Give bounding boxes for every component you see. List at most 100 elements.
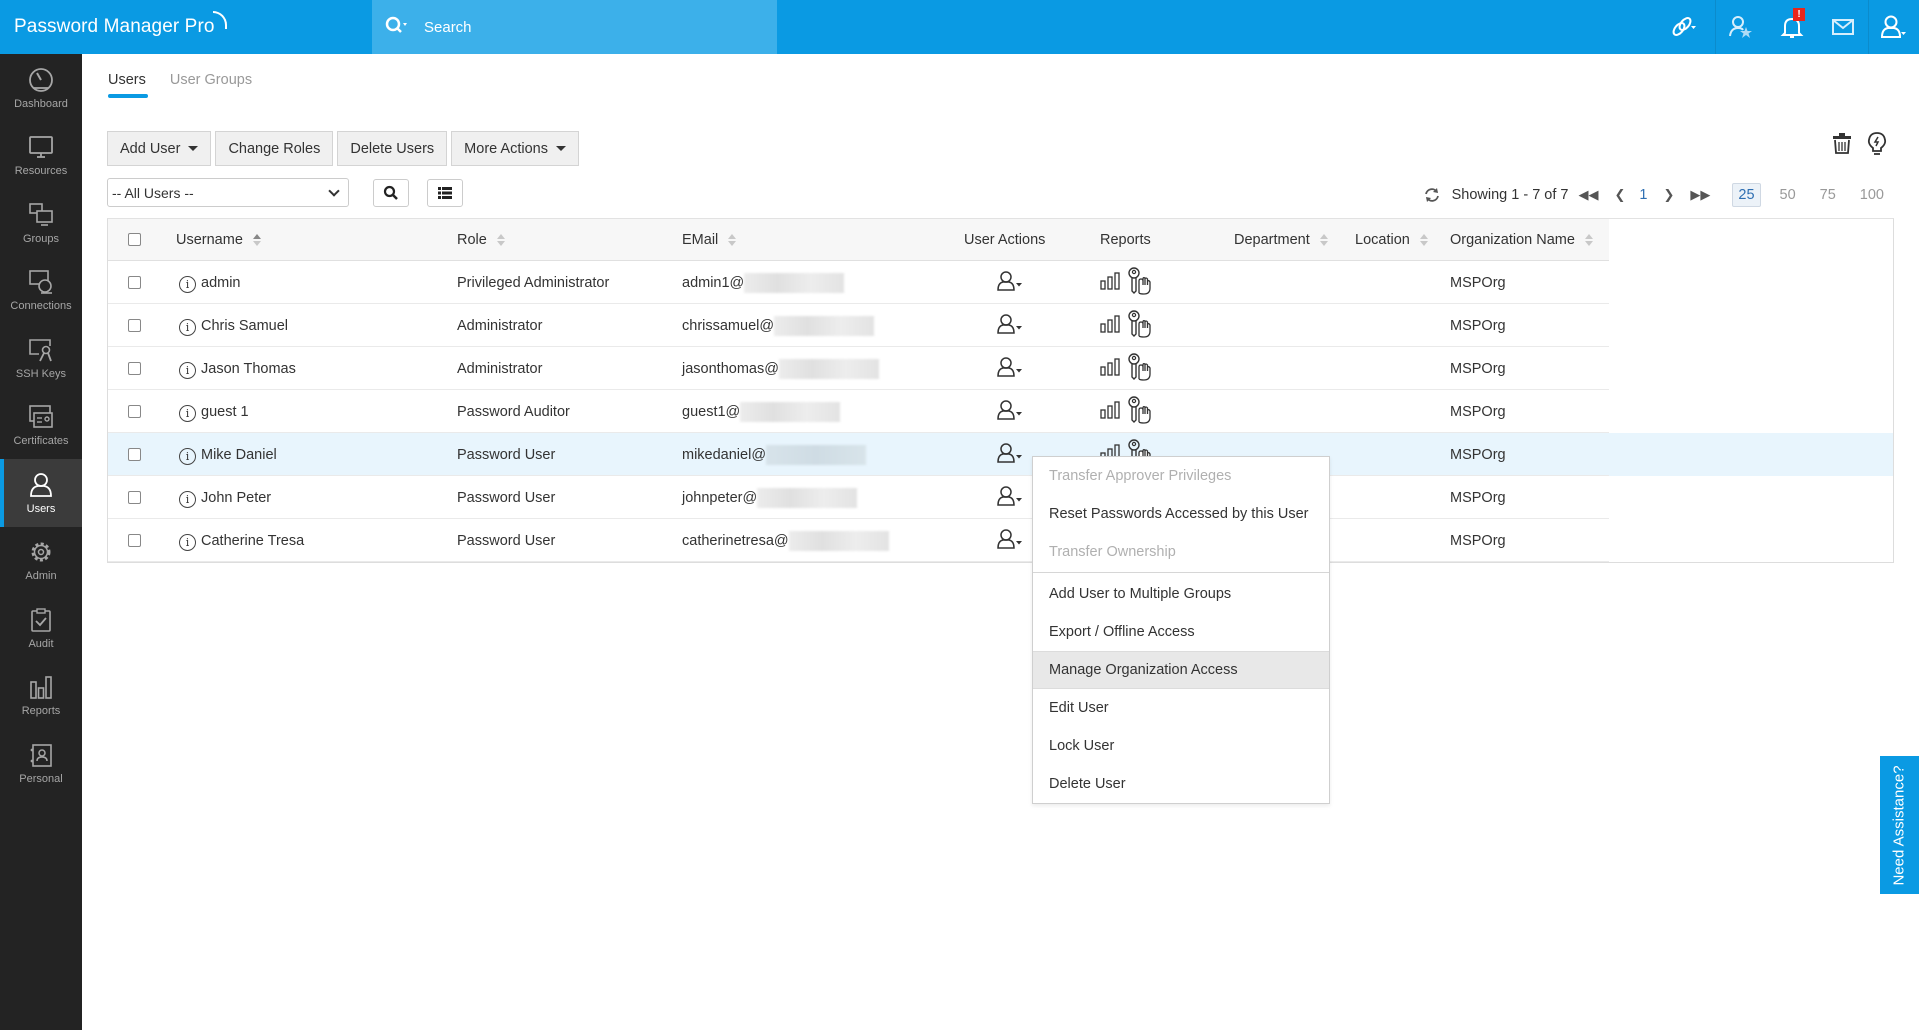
user-actions-dropdown-icon[interactable] bbox=[996, 313, 1024, 339]
password-access-report-icon[interactable] bbox=[1126, 309, 1154, 342]
menu-item-lock-user[interactable]: Lock User bbox=[1033, 727, 1329, 765]
column-header-organization[interactable]: Organization Name bbox=[1450, 219, 1593, 260]
row-checkbox[interactable] bbox=[128, 362, 141, 375]
sidebar-item-personal[interactable]: Personal bbox=[0, 729, 82, 797]
column-header-email[interactable]: EMail bbox=[682, 219, 737, 260]
need-assistance-button[interactable]: Need Assistance? bbox=[1880, 756, 1919, 894]
messages-button[interactable] bbox=[1817, 0, 1868, 54]
user-actions-dropdown-icon[interactable] bbox=[996, 399, 1024, 425]
notifications-button[interactable]: ! bbox=[1766, 0, 1817, 54]
refresh-icon[interactable] bbox=[1424, 187, 1440, 203]
cell-username[interactable]: admin bbox=[201, 275, 241, 291]
lightbulb-icon[interactable] bbox=[1867, 132, 1887, 156]
sidebar-item-resources[interactable]: Resources bbox=[0, 122, 82, 190]
sidebar-item-ssh-keys[interactable]: SSH Keys bbox=[0, 324, 82, 392]
menu-item-reset-passwords-accessed-by-this-user[interactable]: Reset Passwords Accessed by this User bbox=[1033, 495, 1329, 533]
menu-item-add-user-to-multiple-groups[interactable]: Add User to Multiple Groups bbox=[1033, 575, 1329, 613]
sidebar-item-admin[interactable]: Admin bbox=[0, 527, 82, 595]
info-icon[interactable]: i bbox=[179, 361, 196, 379]
more-actions-button[interactable]: More Actions bbox=[451, 131, 579, 166]
row-checkbox[interactable] bbox=[128, 534, 141, 547]
search-input[interactable] bbox=[424, 13, 754, 41]
menu-item-export-offline-access[interactable]: Export / Offline Access bbox=[1033, 613, 1329, 651]
column-header-username[interactable]: Username bbox=[176, 219, 261, 260]
next-page-button[interactable]: ❯ bbox=[1663, 187, 1674, 203]
user-report-icon[interactable] bbox=[1100, 400, 1120, 423]
user-actions-dropdown-icon[interactable] bbox=[996, 270, 1024, 296]
user-filter-select[interactable]: -- All Users -- bbox=[107, 178, 349, 207]
menu-item-delete-user[interactable]: Delete User bbox=[1033, 765, 1329, 803]
table-row[interactable]: i Mike Daniel Password User mikedaniel@ M… bbox=[108, 433, 1893, 476]
row-checkbox[interactable] bbox=[128, 405, 141, 418]
prev-page-button[interactable]: ❮ bbox=[1614, 187, 1625, 203]
info-icon[interactable]: i bbox=[179, 318, 196, 336]
table-row[interactable]: i Jason Thomas Administrator jasonthomas@… bbox=[108, 347, 1893, 390]
column-header-department[interactable]: Department bbox=[1234, 219, 1328, 260]
menu-item-edit-user[interactable]: Edit User bbox=[1033, 689, 1329, 727]
info-icon[interactable]: i bbox=[179, 404, 196, 422]
column-header-location[interactable]: Location bbox=[1355, 219, 1428, 260]
notification-badge: ! bbox=[1793, 8, 1805, 21]
cell-username[interactable]: Mike Daniel bbox=[201, 447, 277, 463]
menu-item-manage-organization-access[interactable]: Manage Organization Access bbox=[1033, 651, 1329, 689]
sidebar-item-users[interactable]: Users bbox=[0, 459, 82, 527]
tab-users[interactable]: Users bbox=[108, 72, 148, 98]
cell-username[interactable]: Catherine Tresa bbox=[201, 533, 304, 549]
cell-username[interactable]: guest 1 bbox=[201, 404, 249, 420]
user-report-icon[interactable] bbox=[1100, 314, 1120, 337]
sidebar-item-dashboard[interactable]: Dashboard bbox=[0, 54, 82, 122]
delete-users-button[interactable]: Delete Users bbox=[337, 131, 448, 166]
cell-username[interactable]: Chris Samuel bbox=[201, 318, 288, 334]
table-row[interactable]: i Catherine Tresa Password User catherine… bbox=[108, 519, 1893, 562]
info-icon[interactable]: i bbox=[179, 275, 196, 293]
row-checkbox[interactable] bbox=[128, 319, 141, 332]
user-actions-dropdown-icon[interactable] bbox=[996, 442, 1024, 468]
table-row[interactable]: i John Peter Password User johnpeter@ MSP… bbox=[108, 476, 1893, 519]
table-row[interactable]: i Chris Samuel Administrator chrissamuel@… bbox=[108, 304, 1893, 347]
table-row[interactable]: i guest 1 Password Auditor guest1@ MSPOrg bbox=[108, 390, 1893, 433]
user-actions-dropdown-icon[interactable] bbox=[996, 528, 1024, 554]
user-report-icon[interactable] bbox=[1100, 271, 1120, 294]
tab-user-groups[interactable]: User Groups bbox=[170, 72, 252, 98]
trash-icon[interactable] bbox=[1831, 132, 1853, 154]
change-roles-button[interactable]: Change Roles bbox=[215, 131, 334, 166]
password-access-report-icon[interactable] bbox=[1126, 395, 1154, 428]
row-checkbox[interactable] bbox=[128, 276, 141, 289]
table-row[interactable]: i admin Privileged Administrator admin1@ … bbox=[108, 261, 1893, 304]
page-size-75[interactable]: 75 bbox=[1815, 184, 1841, 206]
info-icon[interactable]: i bbox=[179, 490, 196, 508]
sidebar-item-audit[interactable]: Audit bbox=[0, 594, 82, 662]
info-icon[interactable]: i bbox=[179, 533, 196, 551]
cell-username[interactable]: John Peter bbox=[201, 490, 271, 506]
row-checkbox[interactable] bbox=[128, 491, 141, 504]
user-profile-button[interactable] bbox=[1868, 0, 1919, 54]
last-page-button[interactable]: ▶▶ bbox=[1690, 187, 1710, 203]
user-report-icon[interactable] bbox=[1100, 357, 1120, 380]
row-checkbox[interactable] bbox=[128, 448, 141, 461]
page-size-100[interactable]: 100 bbox=[1855, 184, 1889, 206]
sidebar-item-groups[interactable]: Groups bbox=[0, 189, 82, 257]
search-icon[interactable] bbox=[384, 14, 408, 38]
column-header-role[interactable]: Role bbox=[457, 219, 505, 260]
user-actions-dropdown-icon[interactable] bbox=[996, 485, 1024, 511]
favorites-button[interactable] bbox=[1715, 0, 1766, 54]
sidebar-item-connections[interactable]: Connections bbox=[0, 257, 82, 325]
page-size-25[interactable]: 25 bbox=[1732, 183, 1761, 207]
sidebar-item-certificates[interactable]: Certificates bbox=[0, 392, 82, 460]
select-all-checkbox[interactable] bbox=[128, 233, 141, 246]
cell-username[interactable]: Jason Thomas bbox=[201, 361, 296, 377]
table-search-button[interactable] bbox=[373, 179, 409, 207]
password-access-report-icon[interactable] bbox=[1126, 266, 1154, 299]
sidebar-item-reports[interactable]: Reports bbox=[0, 662, 82, 730]
quick-links-button[interactable] bbox=[1651, 0, 1715, 54]
first-page-button[interactable]: ◀◀ bbox=[1578, 187, 1598, 203]
page-size-50[interactable]: 50 bbox=[1775, 184, 1801, 206]
app-logo[interactable]: Password Manager Pro bbox=[14, 11, 227, 38]
column-chooser-button[interactable] bbox=[427, 179, 463, 207]
info-icon[interactable]: i bbox=[179, 447, 196, 465]
user-actions-dropdown-icon[interactable] bbox=[996, 356, 1024, 382]
password-access-report-icon[interactable] bbox=[1126, 352, 1154, 385]
caret-down-icon bbox=[556, 146, 566, 151]
add-user-button[interactable]: Add User bbox=[107, 131, 212, 166]
page-number[interactable]: 1 bbox=[1639, 187, 1647, 203]
